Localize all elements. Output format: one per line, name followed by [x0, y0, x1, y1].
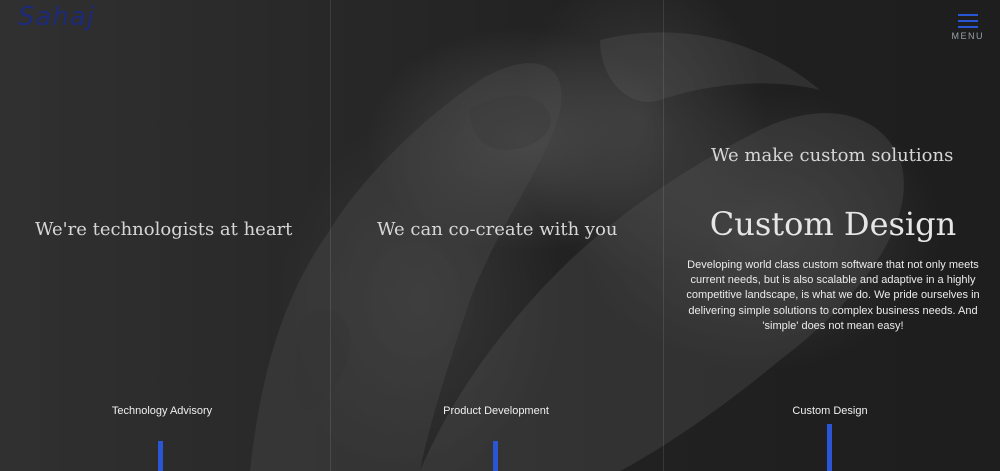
column-divider	[663, 0, 664, 471]
column-divider	[330, 0, 331, 471]
tab-custom-design[interactable]: Custom Design	[730, 405, 930, 417]
tab-technology-advisory[interactable]: Technology Advisory	[62, 405, 262, 417]
feature-title: Custom Design	[709, 205, 957, 243]
tab-indicator-active	[827, 424, 832, 471]
tab-indicator	[493, 441, 498, 471]
column-1-headline: We're technologists at heart	[35, 219, 293, 240]
menu-button[interactable]: MENU	[946, 12, 986, 42]
menu-label: MENU	[951, 31, 984, 41]
column-3-headline: We make custom solutions	[711, 145, 954, 166]
column-2-headline: We can co-create with you	[377, 219, 618, 240]
hero-section: Sahaj MENU We're technologists at heart …	[0, 0, 1000, 471]
tab-product-development[interactable]: Product Development	[396, 405, 596, 417]
brand-logo[interactable]: Sahaj	[18, 4, 95, 30]
feature-description: Developing world class custom software t…	[686, 259, 980, 332]
tab-indicator	[158, 441, 163, 471]
